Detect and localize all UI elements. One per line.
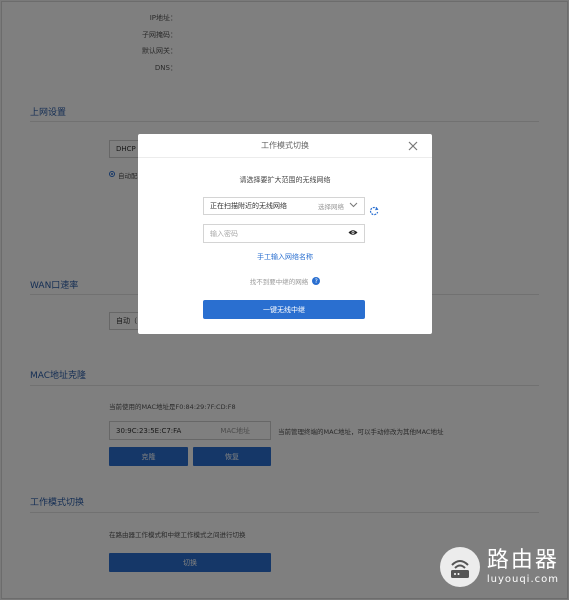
wireless-network-select[interactable]: 正在扫描附近的无线网络 选择网络 <box>203 197 365 215</box>
scanning-text: 正在扫描附近的无线网络 <box>210 202 287 210</box>
eye-icon[interactable] <box>348 229 358 238</box>
dialog-title: 工作模式切换 <box>261 141 309 150</box>
router-logo-icon <box>439 547 480 587</box>
one-click-repeater-button[interactable]: 一键无线中继 <box>203 300 365 319</box>
close-icon[interactable] <box>406 139 420 153</box>
dialog-subtitle: 请选择要扩大范围的无线网络 <box>239 176 331 184</box>
help-icon[interactable]: ? <box>312 277 321 285</box>
watermark-title: 路由器 <box>486 548 559 573</box>
cant-find-text: 找不到要中继的网络 <box>249 278 309 286</box>
work-mode-dialog: 工作模式切换 请选择要扩大范围的无线网络 正在扫描附近的无线网络 选择网络 手工… <box>138 134 432 334</box>
cant-find-row: 找不到要中继的网络 ? <box>138 276 432 286</box>
password-input[interactable] <box>210 229 330 238</box>
password-field[interactable] <box>203 224 365 243</box>
select-network-placeholder: 选择网络 <box>318 203 344 211</box>
dialog-header: 工作模式切换 <box>138 134 432 158</box>
manual-input-link[interactable]: 手工输入网络名称 <box>138 252 432 262</box>
watermark: 路由器 luyouqi.com <box>439 546 559 588</box>
chevron-down-icon <box>349 202 358 210</box>
refresh-icon[interactable] <box>369 201 379 216</box>
watermark-text: 路由器 luyouqi.com <box>487 548 559 586</box>
watermark-url: luyouqi.com <box>486 574 559 585</box>
